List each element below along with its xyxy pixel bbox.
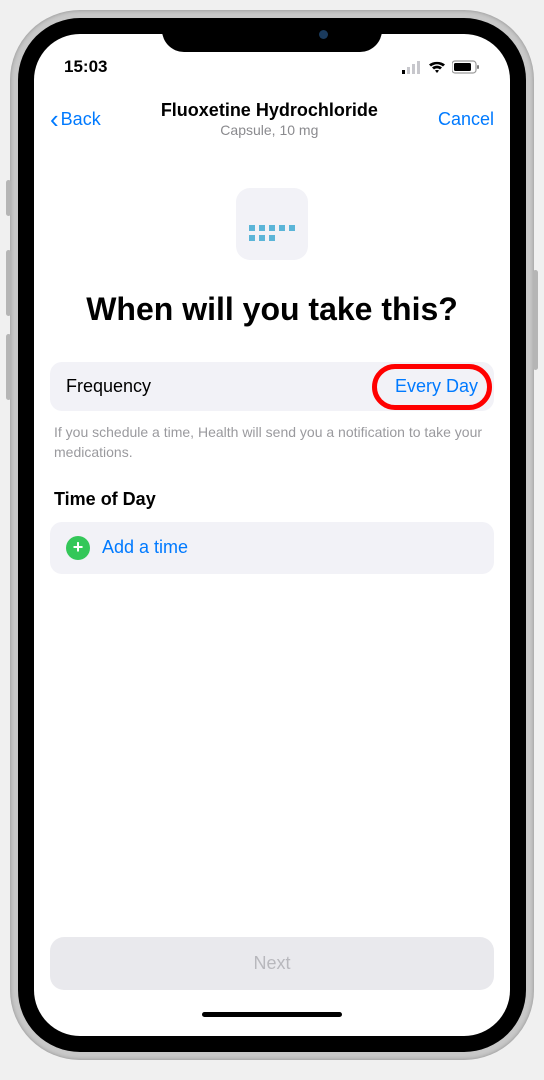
screen: 15:03 ‹ Back Fluoxetine Hydrochloride Ca…: [34, 34, 510, 1036]
volume-down-button: [6, 334, 11, 400]
cancel-button[interactable]: Cancel: [438, 109, 494, 130]
home-indicator-area: [50, 1012, 494, 1036]
nav-subtitle: Capsule, 10 mg: [101, 122, 438, 138]
phone-bezel: 15:03 ‹ Back Fluoxetine Hydrochloride Ca…: [18, 18, 526, 1052]
nav-title-group: Fluoxetine Hydrochloride Capsule, 10 mg: [101, 100, 438, 138]
frequency-row[interactable]: Frequency Every Day: [50, 362, 494, 411]
chevron-left-icon: ‹: [50, 104, 59, 135]
calendar-icon: [236, 188, 308, 260]
status-icons: [402, 60, 480, 74]
next-button[interactable]: Next: [50, 937, 494, 990]
page-heading: When will you take this?: [50, 290, 494, 328]
volume-up-button: [6, 250, 11, 316]
nav-title: Fluoxetine Hydrochloride: [101, 100, 438, 121]
back-button[interactable]: ‹ Back: [50, 104, 101, 135]
add-time-label: Add a time: [102, 537, 188, 558]
spacer: [50, 574, 494, 925]
add-time-button[interactable]: + Add a time: [50, 522, 494, 574]
helper-text: If you schedule a time, Health will send…: [50, 423, 494, 462]
nav-bar: ‹ Back Fluoxetine Hydrochloride Capsule,…: [34, 90, 510, 148]
phone-frame: 15:03 ‹ Back Fluoxetine Hydrochloride Ca…: [10, 10, 534, 1060]
frequency-value: Every Day: [395, 376, 478, 397]
wifi-icon: [428, 60, 446, 74]
time-of-day-header: Time of Day: [50, 489, 494, 510]
home-indicator[interactable]: [202, 1012, 342, 1017]
content: When will you take this? Frequency Every…: [34, 148, 510, 1036]
calendar-dots: [249, 225, 295, 241]
power-button: [533, 270, 538, 370]
phone-notch: [162, 18, 382, 52]
calendar-illustration-wrap: [50, 188, 494, 260]
cellular-signal-icon: [402, 60, 422, 74]
frequency-label: Frequency: [66, 376, 151, 397]
status-time: 15:03: [64, 57, 107, 77]
mute-switch: [6, 180, 11, 216]
battery-icon: [452, 60, 480, 74]
back-label: Back: [61, 109, 101, 130]
plus-circle-icon: +: [66, 536, 90, 560]
